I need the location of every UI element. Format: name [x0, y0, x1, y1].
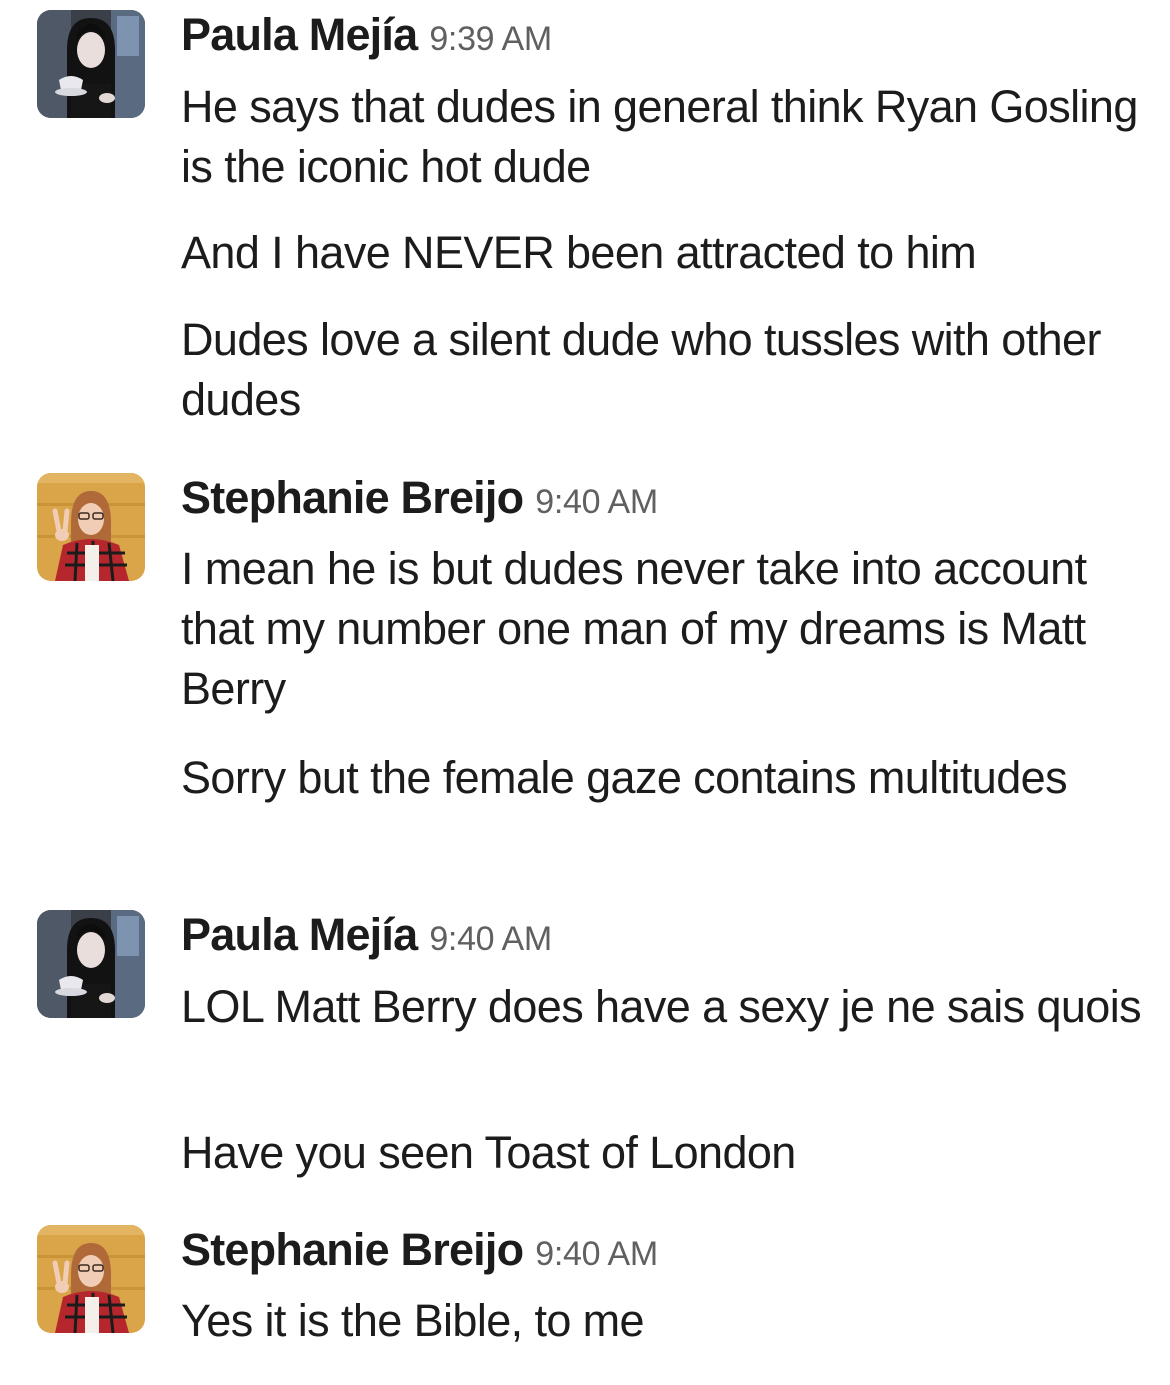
- message-text: Sorry but the female gaze contains multi…: [181, 752, 1068, 803]
- timestamp[interactable]: 9:39 AM: [429, 20, 552, 58]
- message-header: Stephanie Breijo 9:40 AM: [181, 473, 658, 534]
- avatar[interactable]: [37, 910, 145, 1018]
- author-name[interactable]: Paula Mejía: [181, 9, 418, 60]
- message-text: I mean he is but dudes never take into a…: [181, 543, 1087, 714]
- woman-with-teacup-avatar-icon: [37, 910, 145, 1018]
- message-text: Dudes love a silent dude who tussles wit…: [181, 314, 1101, 425]
- message-header: Paula Mejía 9:39 AM: [181, 10, 552, 71]
- woman-peace-sign-avatar-icon: [37, 1225, 145, 1333]
- author-name[interactable]: Paula Mejía: [181, 909, 418, 960]
- woman-peace-sign-avatar-icon: [37, 473, 145, 581]
- message-header: Stephanie Breijo 9:40 AM: [181, 1225, 658, 1286]
- avatar[interactable]: [37, 10, 145, 118]
- message-text: And I have NEVER been attracted to him: [181, 227, 977, 278]
- woman-with-teacup-avatar-icon: [37, 10, 145, 118]
- timestamp[interactable]: 9:40 AM: [429, 920, 552, 958]
- timestamp[interactable]: 9:40 AM: [535, 483, 658, 521]
- message-text: He says that dudes in general think Ryan…: [181, 81, 1138, 192]
- avatar[interactable]: [37, 1225, 145, 1333]
- message-text: Yes it is the Bible, to me: [181, 1295, 645, 1346]
- timestamp[interactable]: 9:40 AM: [535, 1235, 658, 1273]
- message-text: Have you seen Toast of London: [181, 1127, 796, 1178]
- avatar[interactable]: [37, 473, 145, 581]
- message-text: LOL Matt Berry does have a sexy je ne sa…: [181, 981, 1142, 1032]
- author-name[interactable]: Stephanie Breijo: [181, 1224, 524, 1275]
- author-name[interactable]: Stephanie Breijo: [181, 472, 524, 523]
- message-header: Paula Mejía 9:40 AM: [181, 910, 552, 971]
